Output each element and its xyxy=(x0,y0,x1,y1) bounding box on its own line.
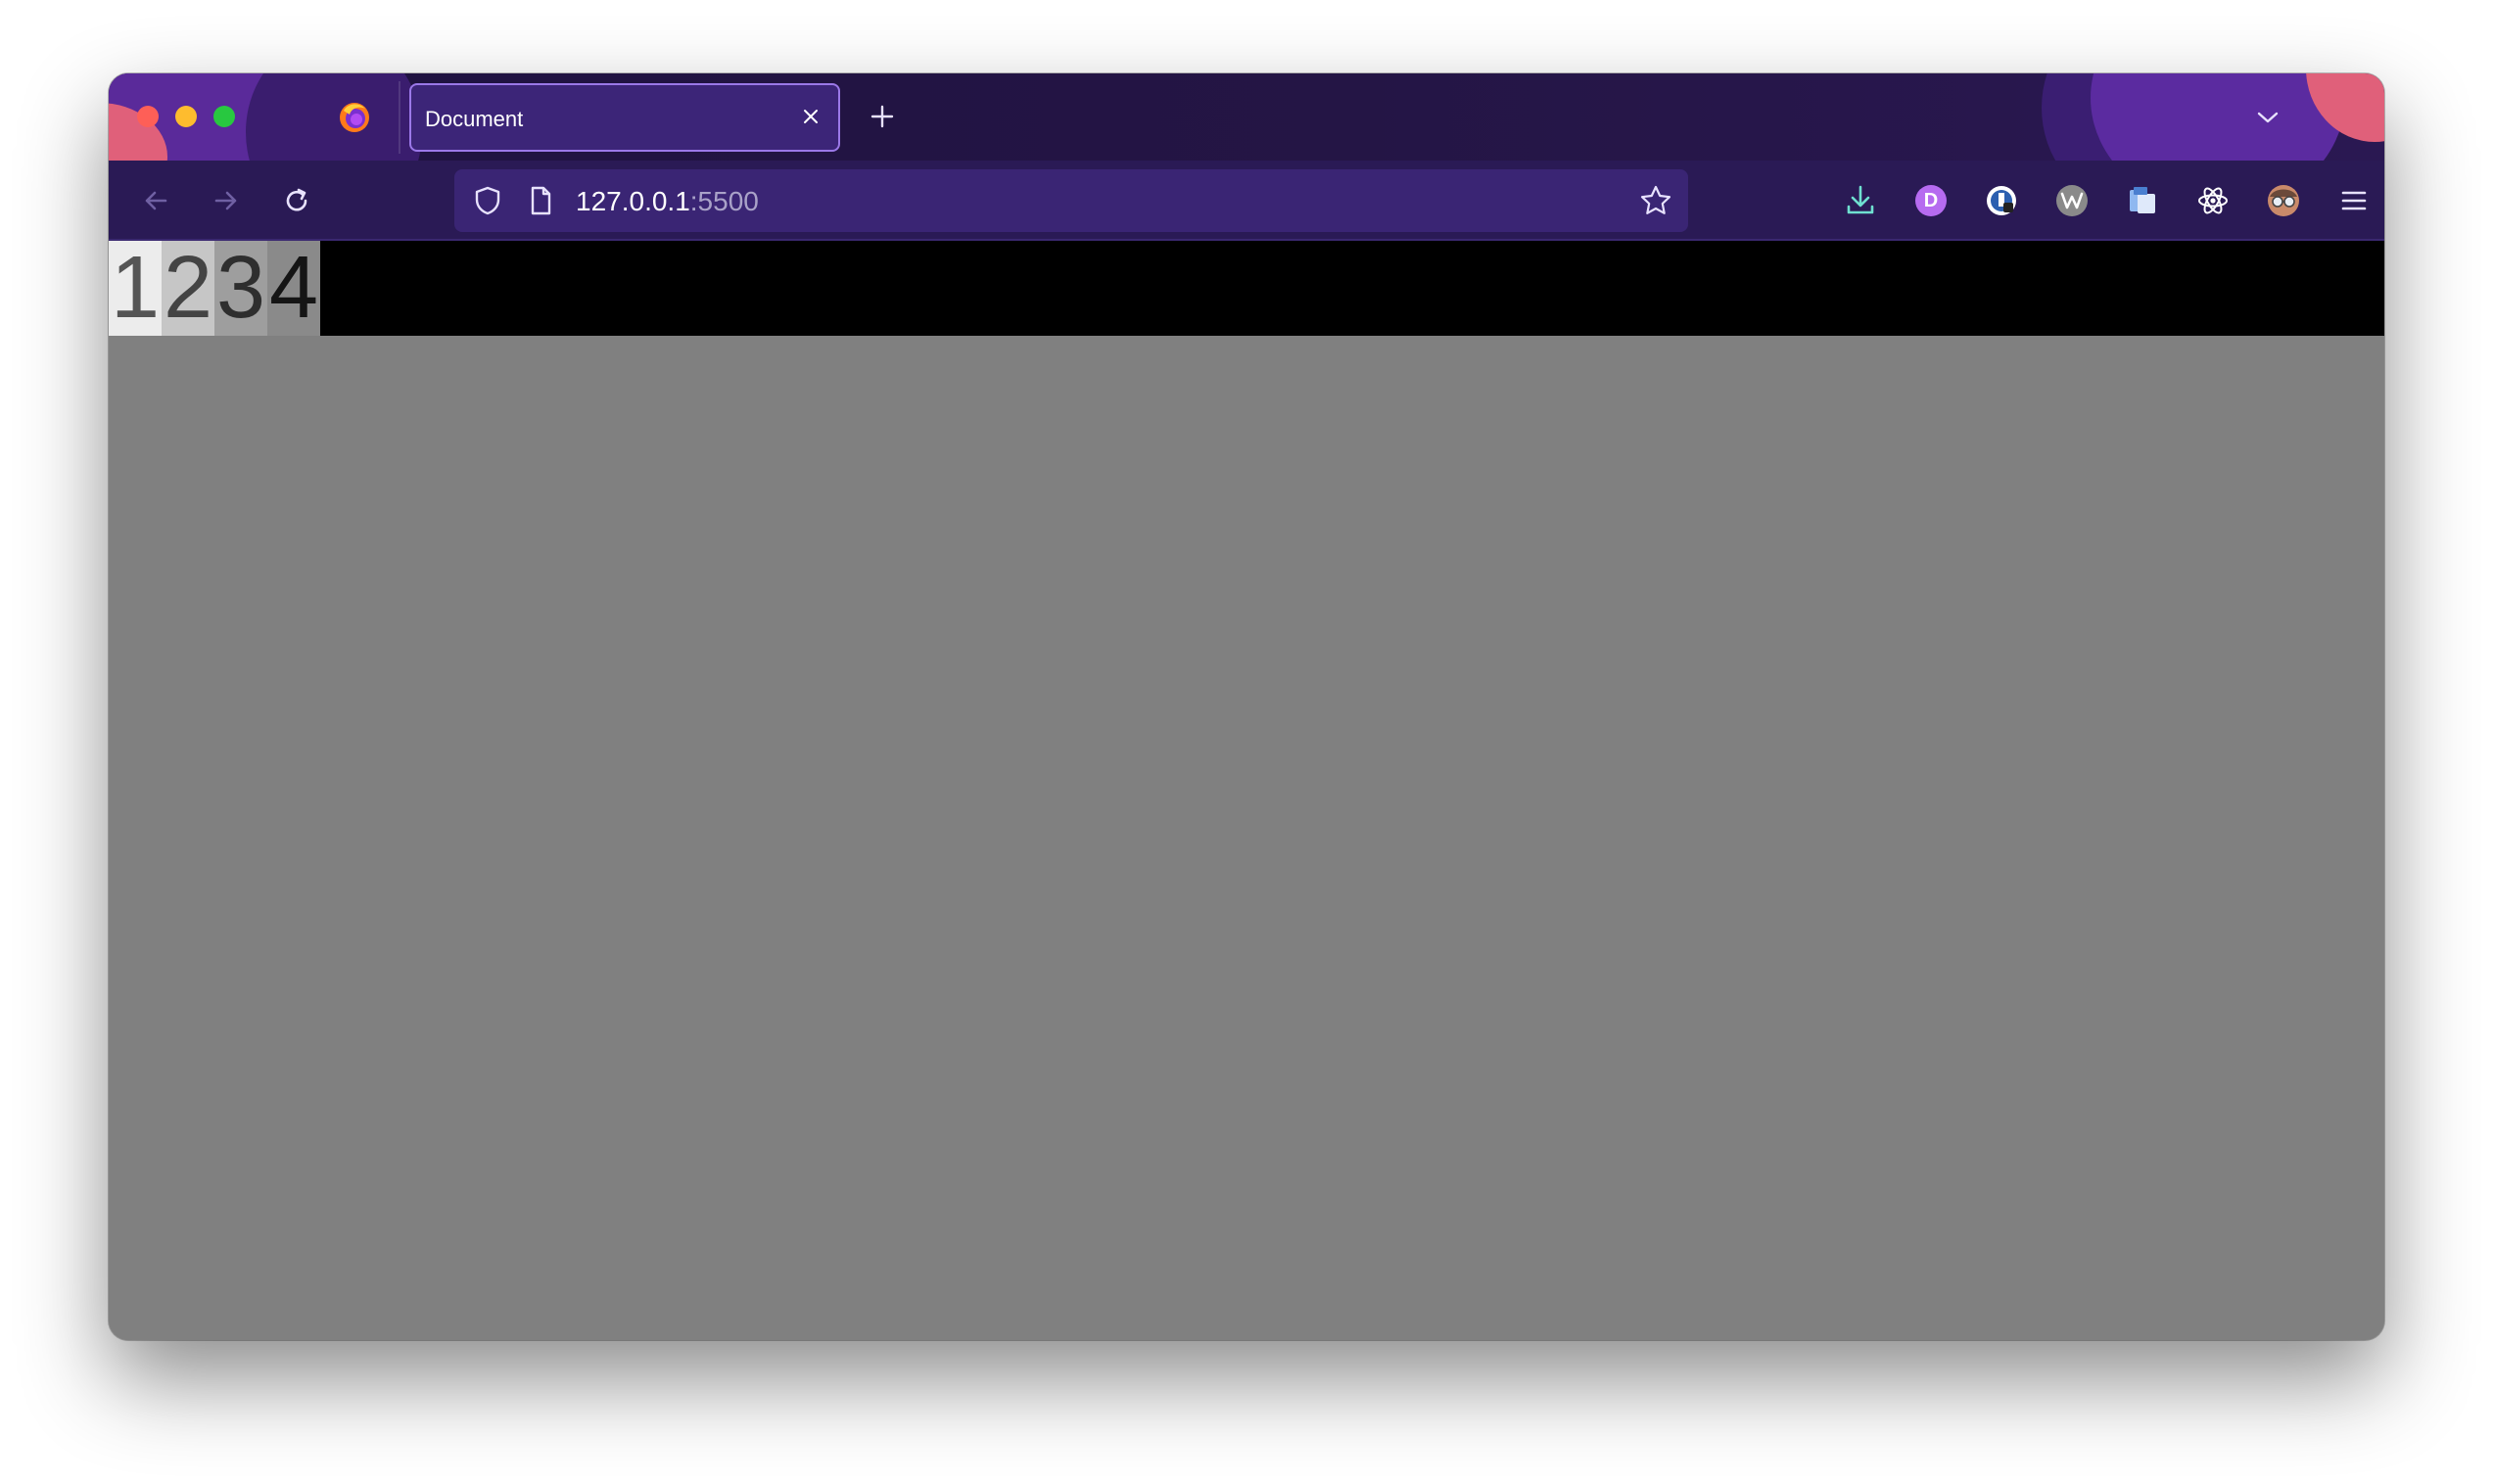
chevron-down-icon[interactable] xyxy=(2253,103,2282,132)
tab-strip: Document xyxy=(109,73,2384,161)
extension-d-letter: D xyxy=(1923,190,1939,211)
window-maximize-button[interactable] xyxy=(213,106,235,127)
shield-icon[interactable] xyxy=(470,183,505,218)
plus-icon[interactable] xyxy=(867,101,898,132)
black-container: 1 2 3 4 xyxy=(109,241,2384,336)
extension-d-icon[interactable]: D xyxy=(1911,181,1951,220)
url-port: :5500 xyxy=(689,186,759,216)
arrow-right-icon[interactable] xyxy=(209,183,244,218)
download-icon[interactable] xyxy=(1841,181,1880,220)
firefox-logo-icon[interactable] xyxy=(338,101,371,134)
react-atom-icon[interactable] xyxy=(2193,181,2233,220)
extension-badge-icon[interactable] xyxy=(1982,181,2021,220)
tab-document[interactable]: Document xyxy=(409,83,840,152)
grid-cell-2: 2 xyxy=(162,241,214,336)
extension-cards-icon[interactable] xyxy=(2123,181,2162,220)
navigation-toolbar: 127.0.0.1:5500 D xyxy=(109,161,2384,241)
window-minimize-button[interactable] xyxy=(175,106,197,127)
url-text[interactable]: 127.0.0.1:5500 xyxy=(576,186,759,217)
window-close-button[interactable] xyxy=(137,106,159,127)
url-host: 127.0.0.1 xyxy=(576,186,690,216)
grid-cell-3: 3 xyxy=(214,241,267,336)
tab-separator xyxy=(399,81,400,154)
page-content: 1 2 3 4 xyxy=(109,241,2384,1340)
url-bar[interactable]: 127.0.0.1:5500 xyxy=(454,169,1688,232)
extension-wave-icon[interactable] xyxy=(2052,181,2092,220)
hamburger-menu-icon[interactable] xyxy=(2334,181,2374,220)
page-icon[interactable] xyxy=(523,183,558,218)
reload-icon[interactable] xyxy=(279,183,314,218)
browser-window: Document 127.0.0.1:5500 D 1 2 3 4 xyxy=(109,73,2384,1340)
theme-decoration xyxy=(2091,73,2345,161)
tab-title: Document xyxy=(425,107,524,131)
grid-cell-4: 4 xyxy=(267,241,320,336)
grid-cell-1: 1 xyxy=(109,241,162,336)
arrow-left-icon[interactable] xyxy=(138,183,173,218)
theme-decoration xyxy=(246,73,422,161)
glasses-avatar-icon[interactable] xyxy=(2264,181,2303,220)
close-icon[interactable] xyxy=(799,105,823,128)
star-icon[interactable] xyxy=(1638,183,1673,218)
